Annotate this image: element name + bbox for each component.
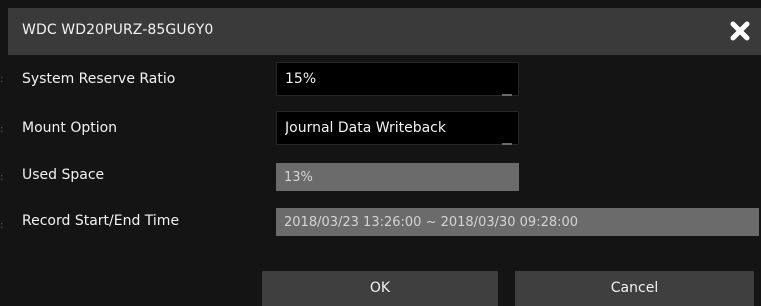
record-time-value: 2018/03/23 13:26:00 ~ 2018/03/30 09:28:0… [284, 215, 579, 230]
dialog-title: WDC WD20PURZ-85GU6Y0 [22, 22, 214, 38]
disk-properties-dialog: WDC WD20PURZ-85GU6Y0 : System Reserve Ra… [0, 0, 761, 306]
dialog-titlebar: WDC WD20PURZ-85GU6Y0 [8, 8, 761, 55]
system-reserve-ratio-value: 15% [285, 71, 317, 87]
system-reserve-ratio-select[interactable]: 15% [276, 62, 519, 96]
chevron-down-icon [502, 132, 512, 145]
row-edge-marker: : [0, 172, 4, 183]
used-space-value: 13% [284, 170, 313, 185]
row-edge-marker: : [0, 124, 4, 135]
mount-option-select[interactable]: Journal Data Writeback [276, 111, 519, 145]
used-space-label: Used Space [22, 167, 105, 183]
row-edge-marker: : [0, 220, 4, 231]
mount-option-value: Journal Data Writeback [285, 120, 446, 136]
close-icon[interactable] [729, 20, 751, 42]
chevron-down-icon [502, 83, 512, 96]
mount-option-label: Mount Option [22, 120, 118, 136]
ok-button[interactable]: OK [262, 271, 498, 306]
record-time-label: Record Start/End Time [22, 213, 180, 229]
row-edge-marker: : [0, 74, 4, 85]
record-time-field: 2018/03/23 13:26:00 ~ 2018/03/30 09:28:0… [276, 208, 759, 236]
cancel-button[interactable]: Cancel [515, 271, 754, 306]
system-reserve-ratio-label: System Reserve Ratio [22, 71, 176, 87]
used-space-field: 13% [276, 163, 519, 191]
